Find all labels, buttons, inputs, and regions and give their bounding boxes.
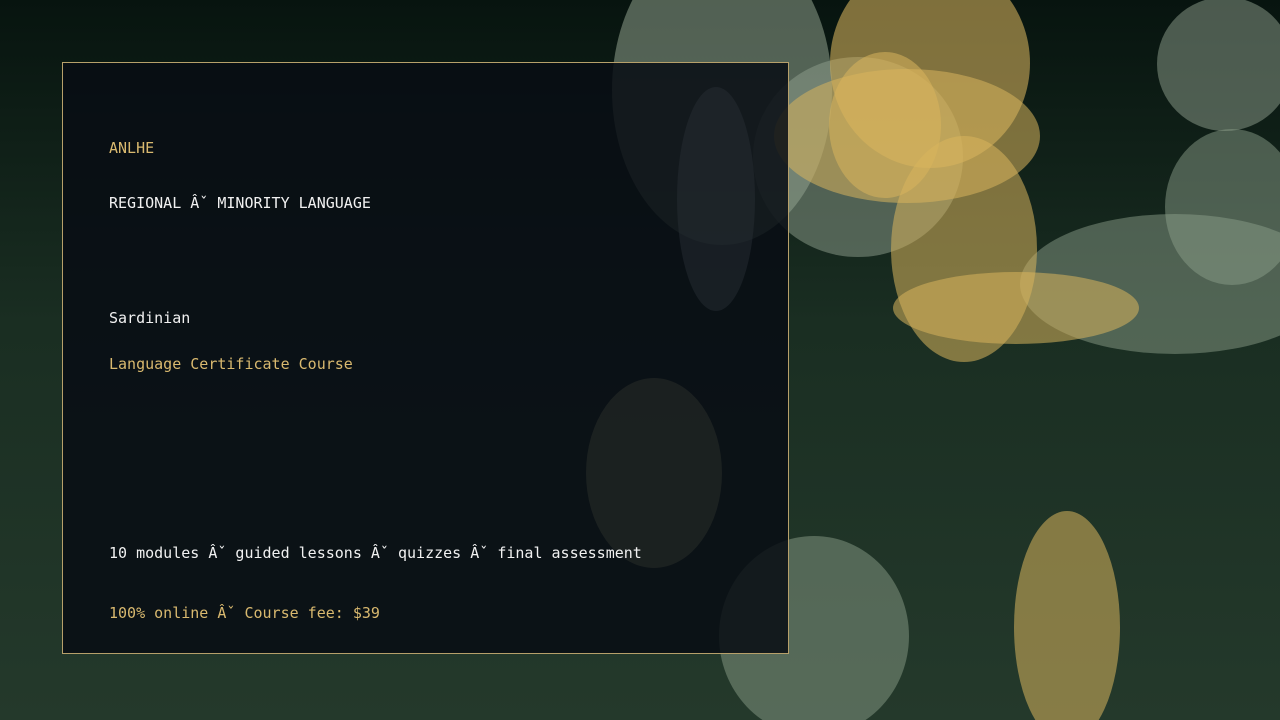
brand-name: ANLHE <box>109 139 155 157</box>
course-pricing: 100% online Âˇ Course fee: $39 <box>109 604 380 622</box>
bokeh-circle <box>1014 511 1120 720</box>
language-name: Sardinian <box>109 309 191 327</box>
course-type: Language Certificate Course <box>109 355 353 373</box>
course-features: 10 modules Âˇ guided lessons Âˇ quizzes … <box>109 544 642 562</box>
bokeh-circle <box>1157 0 1280 131</box>
bokeh-circle <box>893 272 1139 344</box>
category-label: REGIONAL Âˇ MINORITY LANGUAGE <box>109 194 371 212</box>
